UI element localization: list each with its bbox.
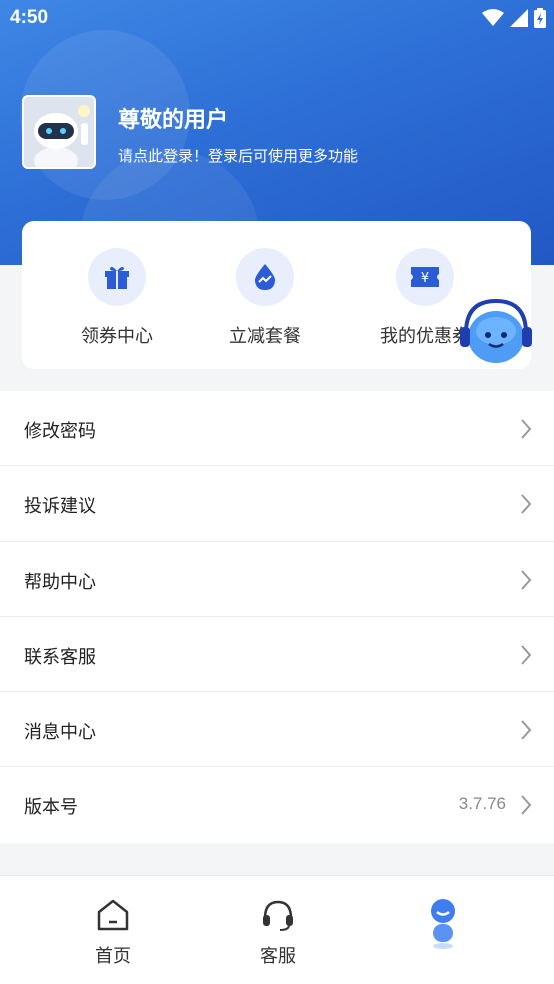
chevron-right-icon — [521, 720, 532, 740]
tab-profile[interactable] — [388, 898, 498, 954]
gift-icon — [88, 248, 146, 306]
home-icon — [97, 899, 129, 931]
version-number: 3.7.76 — [458, 794, 506, 814]
bottom-tab-bar: 首页 客服 — [0, 875, 554, 984]
chevron-right-icon — [521, 494, 532, 514]
menu-item-change-password[interactable]: 修改密码 — [0, 391, 554, 467]
drop-chart-icon — [236, 248, 294, 306]
avatar[interactable] — [22, 95, 96, 169]
yuan-ticket-icon: ¥ — [396, 248, 454, 306]
chevron-right-icon — [521, 795, 532, 816]
menu-item-label: 联系客服 — [24, 646, 96, 668]
user-name[interactable]: 尊敬的用户 — [118, 102, 228, 134]
menu-item-label: 帮助中心 — [24, 571, 96, 593]
tab-label: 首页 — [95, 946, 131, 967]
robot-avatar-icon — [24, 97, 94, 167]
status-time: 4:50 — [10, 7, 49, 28]
menu-item-version[interactable]: 版本号 3.7.76 — [0, 767, 554, 842]
settings-menu: 修改密码 投诉建议 帮助中心 联系客服 消息中心 版本号 3.7.76 — [0, 391, 554, 843]
battery-icon — [534, 8, 546, 28]
menu-item-label: 消息中心 — [24, 722, 96, 744]
menu-item-help-center[interactable]: 帮助中心 — [0, 542, 554, 617]
headset-icon — [263, 900, 293, 931]
menu-item-message-center[interactable]: 消息中心 — [0, 692, 554, 768]
mascot-icon — [431, 899, 455, 949]
quick-label: 立减套餐 — [229, 326, 301, 347]
tab-customer-service[interactable]: 客服 — [223, 898, 333, 968]
quick-label: 领券中心 — [81, 326, 153, 347]
status-bar: 4:50 — [0, 0, 554, 38]
chevron-right-icon — [521, 645, 532, 665]
login-hint[interactable]: 请点此登录！登录后可使用更多功能 — [118, 145, 358, 166]
menu-item-label: 投诉建议 — [24, 496, 96, 518]
quick-discount-package[interactable]: 立减套餐 — [190, 248, 340, 348]
floating-assistant-button[interactable] — [458, 297, 534, 367]
status-icons — [482, 8, 546, 28]
menu-item-label: 修改密码 — [24, 421, 96, 442]
chevron-right-icon — [521, 419, 532, 439]
signal-icon — [510, 9, 528, 27]
quick-coupon-center[interactable]: 领券中心 — [42, 248, 192, 348]
menu-item-label: 版本号 — [24, 797, 78, 819]
tab-label: 客服 — [260, 946, 296, 967]
menu-item-feedback[interactable]: 投诉建议 — [0, 466, 554, 542]
svg-text:¥: ¥ — [421, 271, 429, 286]
headset-mascot-icon — [460, 298, 532, 363]
wifi-icon — [482, 9, 504, 26]
chevron-right-icon — [521, 569, 532, 590]
menu-item-contact-support[interactable]: 联系客服 — [0, 617, 554, 693]
tab-home[interactable]: 首页 — [58, 898, 168, 968]
quick-actions-card: 领券中心 立减套餐 ¥ 我的优惠券 — [22, 221, 531, 369]
